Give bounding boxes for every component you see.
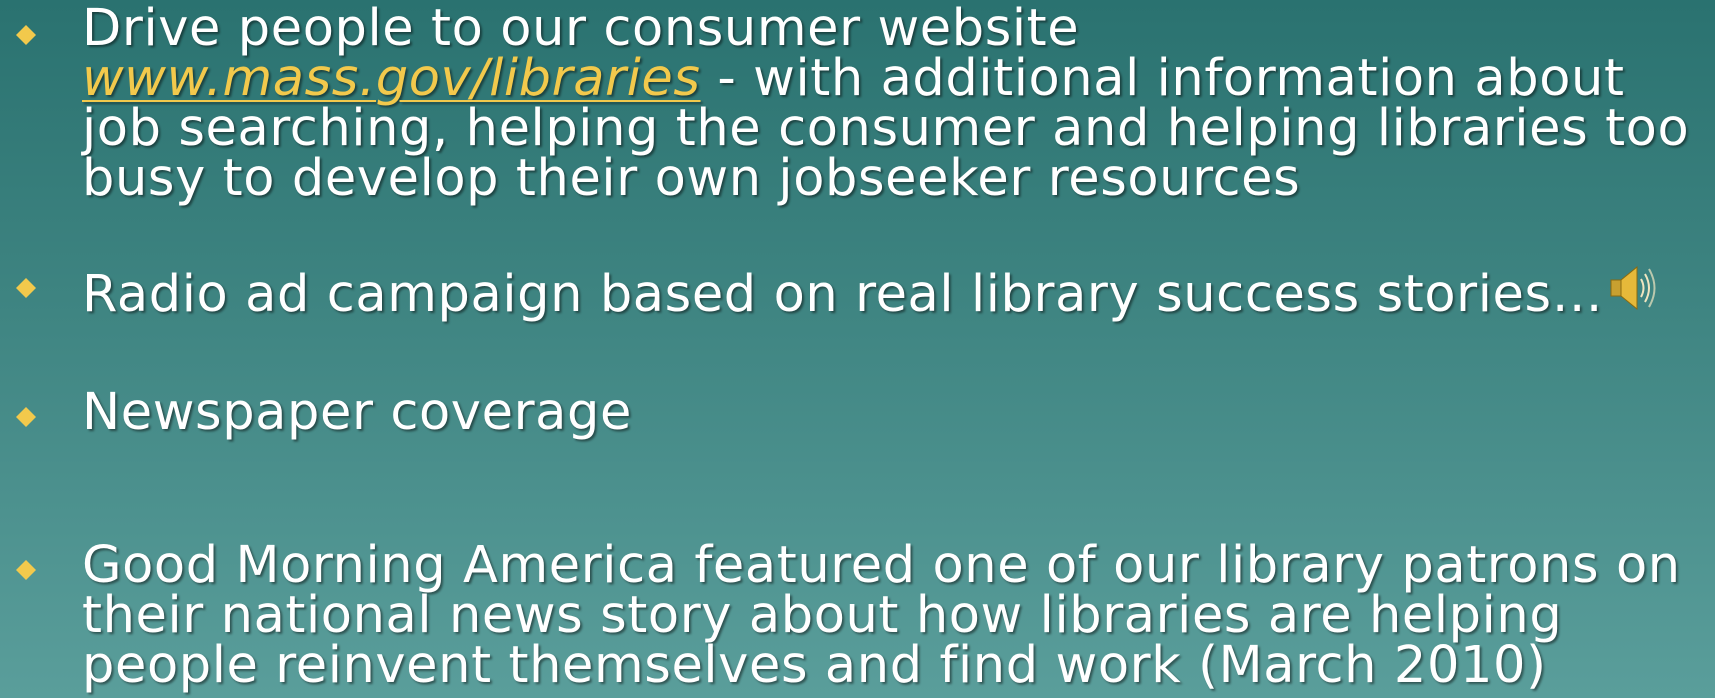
diamond-bullet-icon [15, 406, 37, 428]
bullet-text: Drive people to our consumer website www.… [82, 3, 1702, 204]
slide: Drive people to our consumer website www.… [0, 0, 1715, 698]
bullet-text: Good Morning America featured one of our… [82, 536, 1681, 695]
bullet-text: Radio ad campaign based on real library … [82, 259, 1702, 326]
diamond-bullet-icon [15, 559, 37, 581]
speaker-icon[interactable] [1605, 259, 1663, 326]
bullet-text: Newspaper coverage [82, 383, 632, 442]
radio-text: Radio ad campaign based on real library … [82, 265, 1604, 324]
diamond-bullet-icon [15, 277, 37, 299]
diamond-bullet-icon [15, 24, 37, 46]
